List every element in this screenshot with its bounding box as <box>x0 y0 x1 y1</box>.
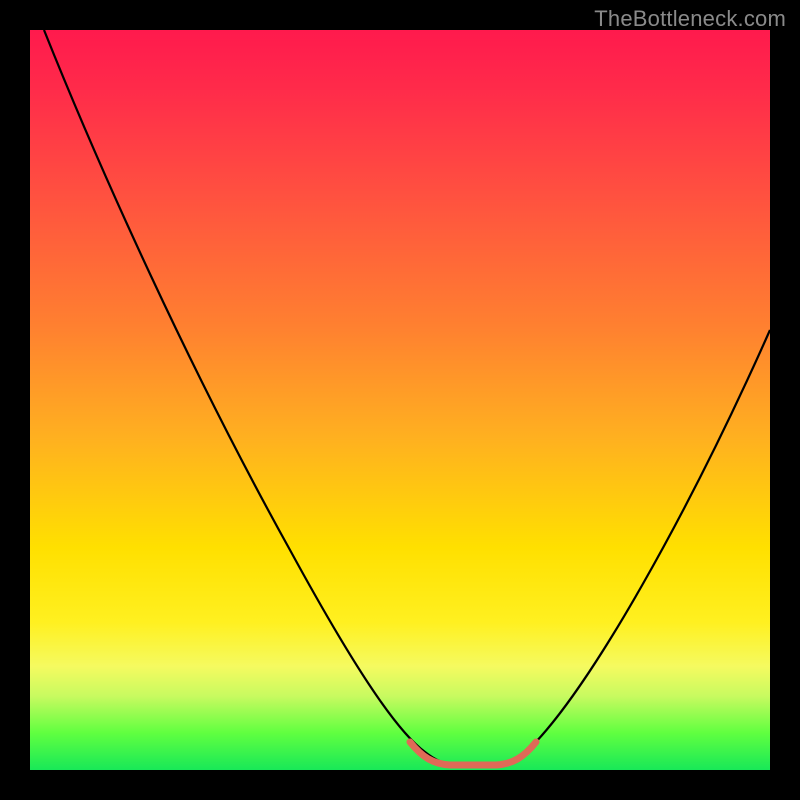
bottleneck-curve-path <box>44 30 770 765</box>
chart-svg <box>30 30 770 770</box>
outer-frame: TheBottleneck.com <box>0 0 800 800</box>
chart-plot-area <box>30 30 770 770</box>
optimal-range-path <box>410 742 536 765</box>
watermark-text: TheBottleneck.com <box>594 6 786 32</box>
